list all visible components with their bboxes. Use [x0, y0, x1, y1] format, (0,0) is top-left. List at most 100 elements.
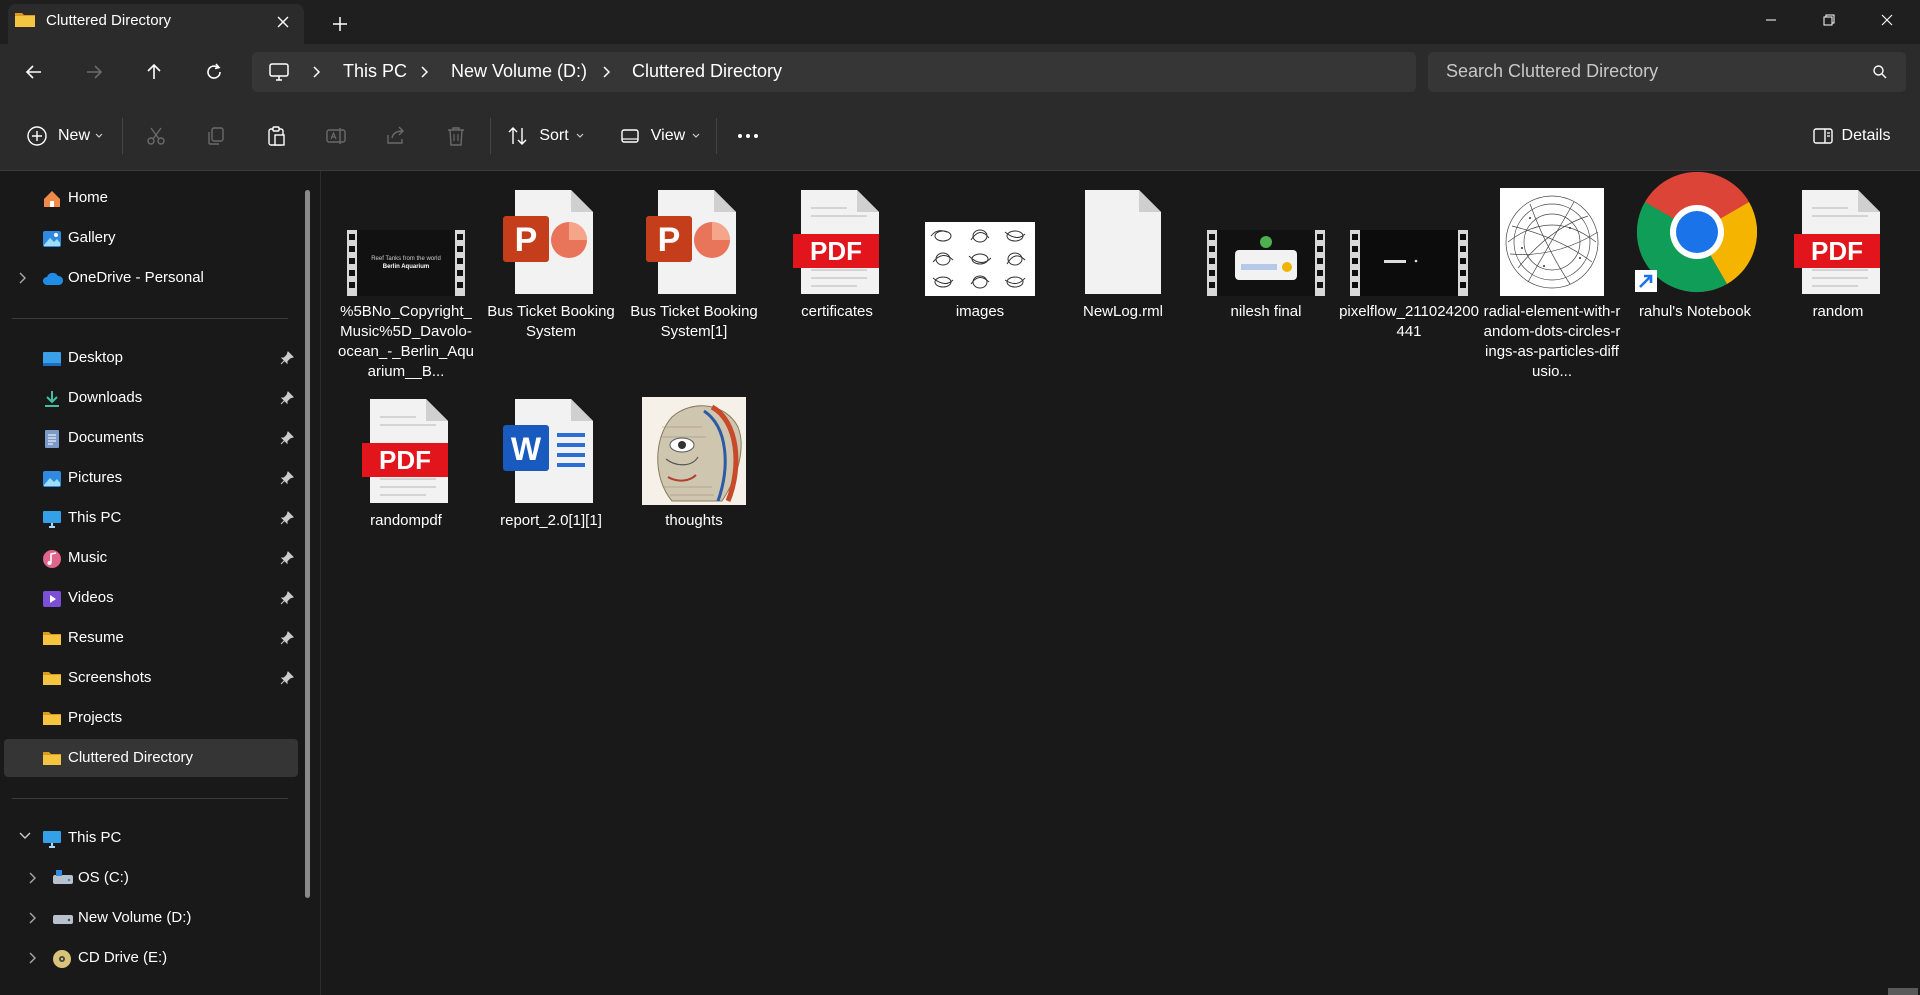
- sidebar-item-this-pc-pinned[interactable]: This PC: [4, 499, 298, 537]
- chevron-right-icon[interactable]: [28, 911, 38, 925]
- sidebar-item-label: Downloads: [68, 389, 143, 406]
- chevron-right-icon[interactable]: [18, 271, 28, 285]
- resize-corner: [1888, 988, 1918, 995]
- sidebar-item-screenshots[interactable]: Screenshots: [4, 659, 298, 697]
- delete-icon[interactable]: [440, 120, 472, 152]
- sidebar-item-this-pc[interactable]: This PC: [4, 819, 298, 857]
- sidebar-item-label: Home: [68, 189, 109, 206]
- pin-icon[interactable]: [280, 511, 294, 525]
- divider: [12, 318, 288, 319]
- file-item-docx[interactable]: W report_2.0[1][1]: [481, 393, 621, 593]
- sidebar-item-onedrive[interactable]: OneDrive - Personal: [4, 259, 298, 297]
- chevron-down-icon[interactable]: [18, 831, 32, 841]
- file-item-shortcut[interactable]: rahul's Notebook: [1625, 172, 1765, 384]
- pin-icon[interactable]: [280, 431, 294, 445]
- pin-icon[interactable]: [280, 391, 294, 405]
- sidebar-item-label: Documents: [68, 429, 144, 446]
- file-item-pdf[interactable]: PDF randompdf: [336, 393, 476, 593]
- arrow-left-icon: [25, 65, 41, 79]
- breadcrumb-this-pc[interactable]: This PC: [343, 61, 407, 82]
- file-name: Bus Ticket Booking System: [487, 303, 615, 340]
- copy-icon[interactable]: [200, 120, 232, 152]
- view-button[interactable]: View: [618, 120, 702, 152]
- sidebar-item-drive-c[interactable]: OS (C:): [4, 859, 298, 897]
- sidebar-item-cluttered-directory[interactable]: Cluttered Directory: [4, 739, 298, 777]
- folder-icon: [14, 10, 36, 28]
- details-pane-button[interactable]: Details: [1806, 120, 1896, 152]
- videos-icon: [42, 589, 62, 609]
- file-item-video[interactable]: nilesh final: [1196, 184, 1336, 384]
- folder-icon: [42, 669, 62, 687]
- restore-icon[interactable]: [1800, 0, 1858, 40]
- more-options-icon[interactable]: [732, 120, 764, 152]
- powerpoint-file-icon: P: [630, 184, 758, 296]
- sidebar-item-label: This PC: [68, 509, 122, 526]
- file-name: randompdf: [370, 512, 442, 529]
- file-item-video[interactable]: pixelflow_211024200441: [1339, 184, 1479, 384]
- file-item-pdf[interactable]: PDF certificates: [767, 184, 907, 384]
- file-item-pdf[interactable]: PDF random: [1768, 184, 1908, 384]
- sidebar-item-label: OS (C:): [78, 869, 129, 886]
- sidebar-item-pictures[interactable]: Pictures: [4, 459, 298, 497]
- refresh-icon: [207, 63, 221, 79]
- pdf-file-icon: PDF: [1774, 184, 1902, 296]
- pin-icon[interactable]: [280, 631, 294, 645]
- pc-icon: [42, 509, 62, 529]
- separator: [490, 118, 491, 154]
- chevron-right-icon[interactable]: [420, 65, 430, 79]
- close-window-icon[interactable]: [1858, 0, 1916, 40]
- breadcrumb-cluttered-directory[interactable]: Cluttered Directory: [632, 61, 782, 82]
- cut-icon[interactable]: [140, 120, 172, 152]
- file-item-image[interactable]: thoughts: [624, 393, 764, 593]
- chevron-right-icon[interactable]: [28, 871, 38, 885]
- rename-icon[interactable]: [320, 120, 352, 152]
- file-item-pptx[interactable]: P Bus Ticket Booking System[1]: [624, 184, 764, 384]
- sidebar-item-desktop[interactable]: Desktop: [4, 339, 298, 377]
- chevron-right-icon[interactable]: [28, 951, 38, 965]
- search-icon[interactable]: [1872, 64, 1888, 80]
- share-icon[interactable]: [380, 120, 412, 152]
- sidebar-item-home[interactable]: Home: [4, 179, 298, 217]
- back-button[interactable]: [14, 54, 54, 90]
- breadcrumb-new-volume[interactable]: New Volume (D:): [451, 61, 587, 82]
- sidebar-item-drive-d[interactable]: New Volume (D:): [4, 899, 298, 937]
- generic-file-icon: [1059, 184, 1187, 296]
- forward-button[interactable]: [74, 54, 114, 90]
- pin-icon[interactable]: [280, 551, 294, 565]
- refresh-button[interactable]: [194, 54, 234, 90]
- sidebar-item-label: Gallery: [68, 229, 116, 246]
- desktop-icon: [42, 349, 62, 369]
- file-name: pixelflow_211024200441: [1339, 303, 1479, 340]
- sidebar-item-gallery[interactable]: Gallery: [4, 219, 298, 257]
- up-button[interactable]: [134, 54, 174, 90]
- file-item-image[interactable]: radial-element-with-random-dots-circles-…: [1482, 184, 1622, 384]
- drive-icon: [52, 909, 74, 927]
- file-item-generic[interactable]: NewLog.rml: [1053, 184, 1193, 384]
- pin-icon[interactable]: [280, 591, 294, 605]
- sidebar-item-music[interactable]: Music: [4, 539, 298, 577]
- new-tab-icon[interactable]: [328, 12, 352, 36]
- file-item-video-berlin-aquarium[interactable]: Reef Tanks from the world Berlin Aquariu…: [336, 184, 476, 384]
- new-button[interactable]: New: [24, 120, 106, 152]
- svg-text:Reef Tanks from the world: Reef Tanks from the world: [371, 256, 441, 262]
- file-item-image[interactable]: images: [910, 184, 1050, 384]
- sidebar-item-videos[interactable]: Videos: [4, 579, 298, 617]
- sidebar-item-documents[interactable]: Documents: [4, 419, 298, 457]
- cd-drive-icon: [52, 949, 72, 969]
- sort-button[interactable]: Sort: [506, 120, 586, 152]
- paste-icon[interactable]: [260, 120, 292, 152]
- pin-icon[interactable]: [280, 671, 294, 685]
- sidebar-item-drive-e[interactable]: CD Drive (E:): [4, 939, 298, 977]
- chevron-right-icon[interactable]: [312, 65, 322, 79]
- sidebar-scrollbar[interactable]: [305, 190, 310, 898]
- sidebar-item-resume[interactable]: Resume: [4, 619, 298, 657]
- sidebar-item-projects[interactable]: Projects: [4, 699, 298, 737]
- minimize-icon[interactable]: [1742, 0, 1800, 40]
- chevron-right-icon[interactable]: [602, 65, 612, 79]
- tab-close-icon[interactable]: [272, 12, 294, 32]
- file-item-pptx[interactable]: P Bus Ticket Booking System: [481, 184, 621, 384]
- pin-icon[interactable]: [280, 351, 294, 365]
- pin-icon[interactable]: [280, 471, 294, 485]
- sidebar-item-label: This PC: [68, 829, 122, 846]
- sidebar-item-downloads[interactable]: Downloads: [4, 379, 298, 417]
